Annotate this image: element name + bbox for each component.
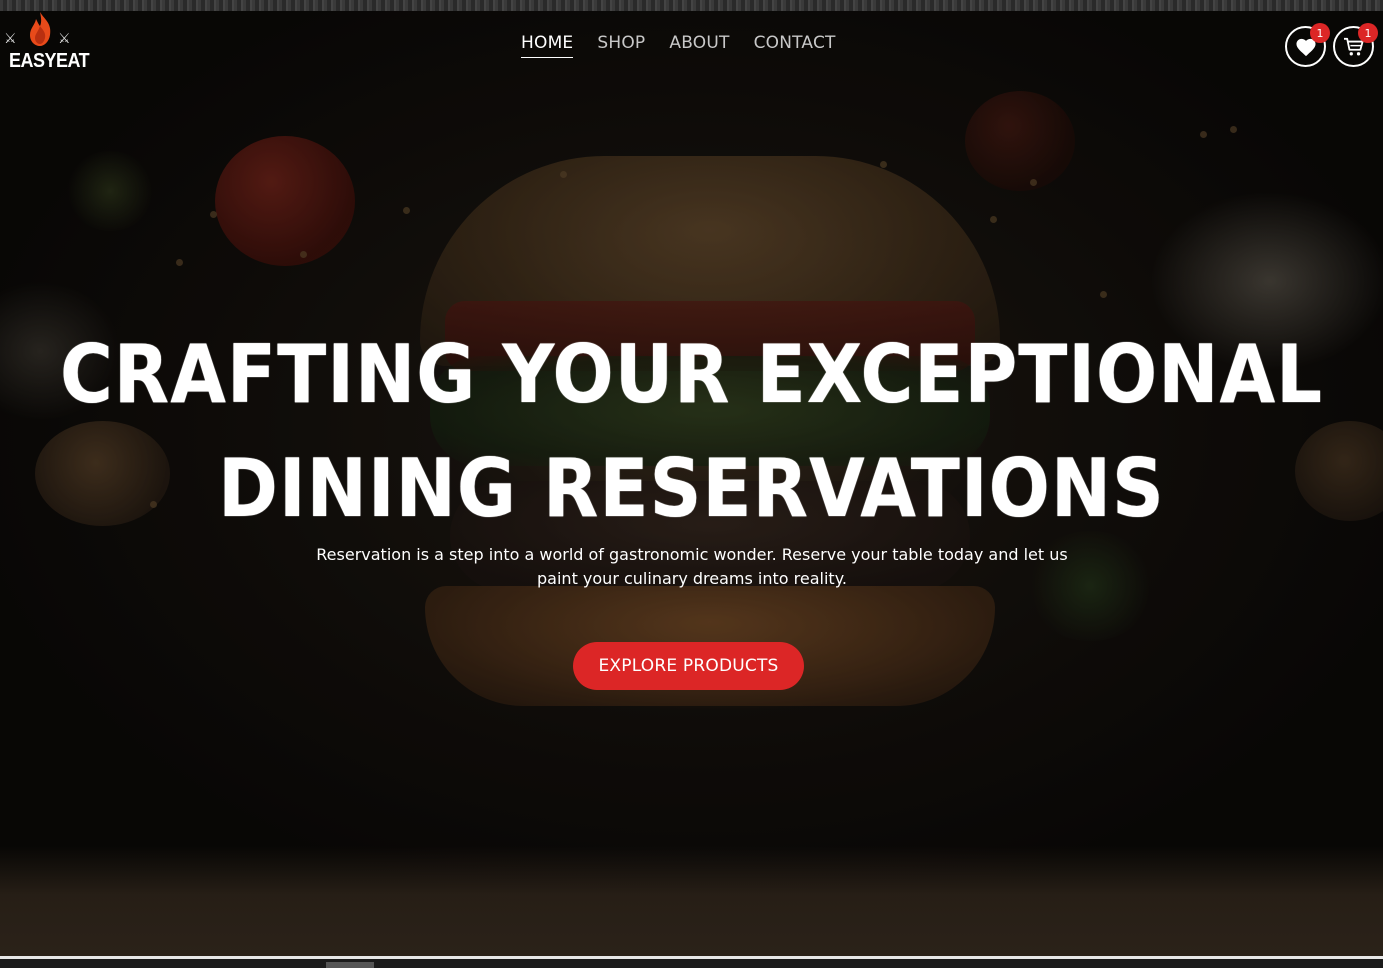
hero-headline-line-2: DINING RESERVATIONS bbox=[218, 442, 1165, 535]
brand-name: EASYEAT bbox=[9, 48, 90, 72]
main-navigation: HOME SHOP ABOUT CONTACT bbox=[521, 33, 836, 58]
hero-headline-line-1: CRAFTING YOUR EXCEPTIONAL bbox=[59, 328, 1324, 421]
flame-icon bbox=[30, 12, 51, 46]
nav-about[interactable]: ABOUT bbox=[669, 33, 729, 58]
wishlist-button[interactable]: 1 bbox=[1285, 23, 1330, 67]
hero-subtext: Reservation is a step into a world of ga… bbox=[316, 545, 1068, 588]
hero-headline: CRAFTING YOUR EXCEPTIONAL DINING RESERVA… bbox=[0, 318, 1383, 546]
nav-contact[interactable]: CONTACT bbox=[754, 33, 836, 58]
fork-icon: ⚔ bbox=[58, 31, 71, 47]
cart-count-badge: 1 bbox=[1358, 23, 1378, 43]
nav-shop[interactable]: SHOP bbox=[597, 33, 645, 58]
horizontal-scrollbar[interactable] bbox=[0, 956, 1383, 968]
scrollbar-thumb[interactable] bbox=[326, 962, 374, 968]
cart-button[interactable]: 1 bbox=[1333, 23, 1378, 67]
easyeat-logo[interactable]: ⚔ ⚔ EASYEAT bbox=[3, 11, 90, 83]
nav-home[interactable]: HOME bbox=[521, 33, 574, 58]
top-decorative-strip bbox=[0, 0, 1383, 11]
spatula-icon: ⚔ bbox=[4, 31, 17, 47]
explore-products-button[interactable]: EXPLORE PRODUCTS bbox=[573, 642, 804, 690]
wishlist-count-badge: 1 bbox=[1310, 23, 1330, 43]
wooden-table-surface bbox=[0, 846, 1383, 956]
